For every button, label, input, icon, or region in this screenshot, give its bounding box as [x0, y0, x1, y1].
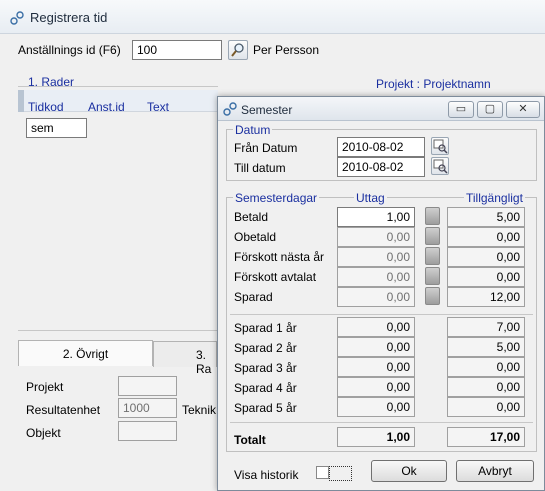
grid-row-selector — [18, 90, 24, 112]
object-field-label: Objekt — [26, 426, 61, 440]
vacation-group-label: Semesterdagar — [233, 191, 320, 205]
available-obetald: 0,00 — [447, 227, 525, 247]
close-icon: ✕ — [518, 103, 528, 115]
datum-group-label: Datum — [233, 123, 273, 137]
close-button[interactable]: ✕ — [506, 101, 540, 118]
saved-5-label: Sparad 5 år — [234, 401, 297, 415]
ok-button[interactable]: Ok — [371, 460, 447, 482]
row-button-sparad[interactable] — [425, 287, 440, 305]
withdraw-sparad-input[interactable]: 0,00 — [337, 287, 415, 307]
saved-3-available: 0,00 — [447, 357, 525, 377]
minimize-icon: ▭ — [455, 103, 467, 115]
withdraw-obetald-input[interactable]: 0,00 — [337, 227, 415, 247]
employee-search-button[interactable] — [228, 40, 248, 60]
rows-separator — [18, 86, 218, 87]
col-tidkod[interactable]: Tidkod — [28, 100, 64, 114]
main-titlebar: Registrera tid — [0, 0, 545, 34]
focus-rectangle — [329, 466, 352, 481]
row-button-forskott-avtalat[interactable] — [425, 267, 440, 285]
tab-rader[interactable]: 3. Ra — [153, 341, 217, 376]
show-history-label: Visa historik — [234, 468, 299, 482]
to-date-picker-button[interactable] — [431, 157, 449, 175]
ok-button-label: Ok — [401, 464, 417, 478]
maximize-button[interactable]: ▢ — [477, 101, 503, 118]
saved-1-available: 7,00 — [447, 317, 525, 337]
to-date-label: Till datum — [234, 161, 286, 175]
project-field-label: Projekt — [26, 380, 64, 394]
from-date-input[interactable]: 2010-08-02 — [337, 137, 425, 157]
withdraw-forskott-avtalat-input[interactable]: 0,00 — [337, 267, 415, 287]
row-button-obetald[interactable] — [425, 227, 440, 245]
employee-id-label: Anställnings id (F6) — [18, 43, 121, 57]
dialog-title: Semester — [241, 103, 293, 117]
withdraw-column-label: Uttag — [354, 191, 387, 205]
available-forskott-avtalat: 0,00 — [447, 267, 525, 287]
total-label: Totalt — [234, 433, 266, 447]
row-label-sparad: Sparad — [234, 290, 273, 304]
from-date-label: Från Datum — [234, 141, 298, 155]
result-unit-label: Resultatenhet — [26, 403, 101, 417]
withdraw-betald-input[interactable]: 1,00 — [337, 207, 415, 227]
saved-4-withdraw: 0,00 — [337, 377, 415, 397]
withdraw-forskott-nasta-input[interactable]: 0,00 — [337, 247, 415, 267]
from-date-picker-button[interactable] — [431, 137, 449, 155]
object-field-input[interactable] — [118, 421, 177, 441]
saved-1-withdraw: 0,00 — [337, 317, 415, 337]
tab-ovrigt-label: 2. Övrigt — [62, 347, 109, 361]
semester-dialog: Semester ▭ ▢ ✕ Datum Från Datum 2010-08-… — [217, 96, 545, 491]
saved-2-available: 5,00 — [447, 337, 525, 357]
window-title: Registrera tid — [30, 10, 108, 25]
available-column-label: Tillgängligt — [464, 191, 525, 205]
to-date-input[interactable]: 2010-08-02 — [337, 157, 425, 177]
row-label-obetald: Obetald — [234, 230, 277, 244]
bottom-separator — [18, 330, 218, 331]
row-label-forskott-avtalat: Förskott avtalat — [234, 270, 317, 284]
total-withdraw: 1,00 — [337, 427, 415, 447]
cancel-button[interactable]: Avbryt — [456, 460, 534, 482]
minimize-button[interactable]: ▭ — [448, 101, 474, 118]
tab-rader-label: 3. Ra — [196, 348, 212, 376]
col-text[interactable]: Text — [147, 100, 169, 114]
search-icon — [231, 43, 244, 57]
vacation-separator-2 — [230, 422, 533, 423]
saved-4-available: 0,00 — [447, 377, 525, 397]
vacation-separator-1 — [230, 314, 533, 315]
saved-5-available: 0,00 — [447, 397, 525, 417]
maximize-icon: ▢ — [484, 103, 496, 115]
row-label-betald: Betald — [234, 210, 269, 224]
available-betald: 5,00 — [447, 207, 525, 227]
saved-5-withdraw: 0,00 — [337, 397, 415, 417]
dialog-logo-icon — [223, 102, 237, 116]
saved-3-withdraw: 0,00 — [337, 357, 415, 377]
app-logo-icon — [10, 11, 24, 25]
calendar-search-icon — [433, 139, 448, 154]
row-button-betald[interactable] — [425, 207, 440, 225]
dialog-titlebar: Semester ▭ ▢ ✕ — [218, 97, 544, 121]
row-label-forskott-nasta: Förskott nästa år — [234, 250, 325, 264]
project-label: Projekt : Projektnamn — [376, 77, 491, 91]
person-name-label: Per Persson — [253, 43, 320, 57]
col-anst-id[interactable]: Anst.id — [88, 100, 125, 114]
employee-id-input[interactable]: 100 — [132, 40, 222, 60]
available-forskott-nasta: 0,00 — [447, 247, 525, 267]
tab-ovrigt[interactable]: 2. Övrigt — [18, 340, 153, 366]
cancel-button-label: Avbryt — [478, 464, 512, 478]
result-unit-input[interactable]: 1000 — [118, 398, 177, 418]
project-field-input[interactable] — [118, 376, 177, 396]
calendar-search-icon — [433, 159, 448, 174]
technique-label: Teknik — [182, 403, 217, 417]
saved-4-label: Sparad 4 år — [234, 381, 297, 395]
total-available: 17,00 — [447, 427, 525, 447]
tidkod-cell-input[interactable]: sem — [26, 118, 87, 138]
available-sparad: 12,00 — [447, 287, 525, 307]
saved-3-label: Sparad 3 år — [234, 361, 297, 375]
saved-2-label: Sparad 2 år — [234, 341, 297, 355]
show-history-checkbox[interactable] — [316, 466, 329, 479]
saved-2-withdraw: 0,00 — [337, 337, 415, 357]
row-button-forskott-nasta[interactable] — [425, 247, 440, 265]
saved-1-label: Sparad 1 år — [234, 321, 297, 335]
